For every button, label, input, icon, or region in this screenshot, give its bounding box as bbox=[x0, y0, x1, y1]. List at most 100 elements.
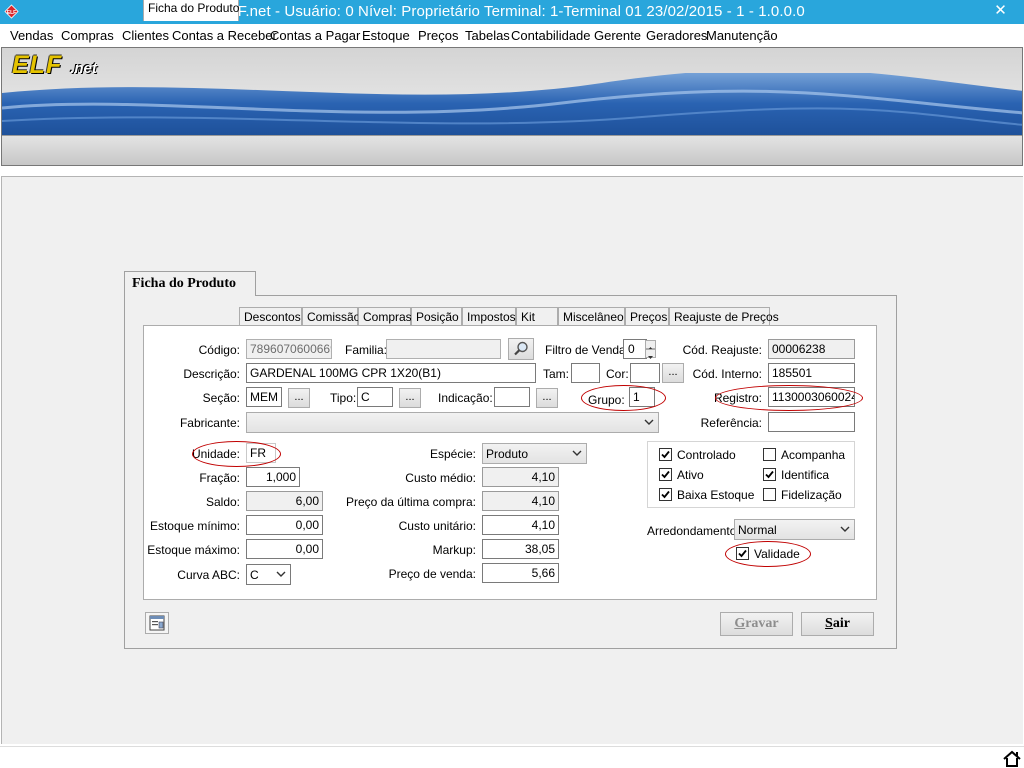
menu-contas-a-pagar[interactable]: Contas a Pagar bbox=[270, 28, 360, 43]
cor-field[interactable] bbox=[630, 363, 660, 383]
especie-label: Espécie: bbox=[429, 447, 476, 461]
checkbox-box[interactable] bbox=[763, 448, 776, 461]
logo-main-text: ELF bbox=[12, 51, 63, 79]
tab-ficha-do-produto[interactable]: Ficha do Produto bbox=[143, 0, 239, 21]
fabricante-label: Fabricante: bbox=[179, 416, 240, 430]
especie-dropdown[interactable]: Produto bbox=[482, 443, 587, 464]
familia-label: Familia: bbox=[345, 343, 388, 357]
tab-descontos[interactable]: Descontos bbox=[239, 307, 302, 327]
spin-up-button[interactable] bbox=[645, 340, 656, 350]
cod-interno-field[interactable]: 185501 bbox=[768, 363, 855, 383]
sair-button[interactable]: Sair bbox=[801, 612, 874, 636]
cod-interno-label: Cód. Interno: bbox=[692, 367, 762, 381]
secao-field[interactable]: MEM bbox=[246, 387, 282, 407]
secao-lookup-button[interactable]: ... bbox=[288, 388, 310, 408]
especie-value: Produto bbox=[486, 447, 529, 461]
tipo-lookup-button[interactable]: ... bbox=[399, 388, 421, 408]
menu-compras[interactable]: Compras bbox=[61, 28, 114, 43]
indicacao-label: Indicação: bbox=[438, 391, 493, 405]
menu-estoque[interactable]: Estoque bbox=[362, 28, 410, 43]
checkbox-box[interactable] bbox=[763, 488, 776, 501]
checkmark-icon bbox=[661, 490, 670, 499]
fracao-field[interactable]: 1,000 bbox=[246, 467, 300, 487]
preco-venda-field[interactable]: 5,66 bbox=[482, 563, 559, 583]
menu-geradores[interactable]: Geradores bbox=[646, 28, 707, 43]
tam-field[interactable] bbox=[571, 363, 600, 383]
codigo-field[interactable]: 7896070600669 bbox=[246, 339, 332, 359]
custo-unitario-label: Custo unitário: bbox=[398, 519, 476, 533]
chevron-down-icon bbox=[644, 419, 654, 425]
menu-manutencao[interactable]: Manutenção bbox=[706, 28, 778, 43]
checkbox-label: Ativo bbox=[677, 468, 704, 482]
descricao-field[interactable]: GARDENAL 100MG CPR 1X20(B1) bbox=[246, 363, 536, 383]
tab-miscelaneo[interactable]: Miscelâneo bbox=[558, 307, 625, 327]
curva-abc-dropdown[interactable]: C bbox=[246, 564, 291, 585]
referencia-label: Referência: bbox=[700, 416, 762, 430]
cor-label: Cor: bbox=[606, 367, 629, 381]
magnifier-icon bbox=[514, 341, 528, 356]
familia-search-button[interactable] bbox=[508, 338, 534, 360]
close-window-button[interactable]: ✕ bbox=[977, 0, 1024, 22]
menu-contabilidade[interactable]: Contabilidade bbox=[511, 28, 591, 43]
checkbox-label: Baixa Estoque bbox=[677, 488, 755, 502]
menu-tabelas[interactable]: Tabelas bbox=[465, 28, 510, 43]
cod-reajuste-field[interactable]: 00006238 bbox=[768, 339, 855, 359]
tam-label: Tam: bbox=[543, 367, 570, 381]
tipo-label: Tipo: bbox=[330, 391, 357, 405]
markup-label: Markup: bbox=[432, 543, 476, 557]
home-icon[interactable] bbox=[1002, 749, 1022, 768]
markup-field[interactable]: 38,05 bbox=[482, 539, 559, 559]
menu-contas-a-receber[interactable]: Contas a Receber bbox=[172, 28, 277, 43]
arredondamento-dropdown[interactable]: Normal bbox=[734, 519, 855, 540]
curva-abc-value: C bbox=[250, 568, 259, 582]
grupo-field[interactable]: 1 bbox=[629, 387, 655, 407]
fabricante-dropdown[interactable] bbox=[246, 412, 659, 433]
document-image-icon bbox=[149, 615, 165, 631]
spin-down-button[interactable] bbox=[645, 349, 656, 359]
checkbox-box[interactable] bbox=[659, 468, 672, 481]
arredondamento-label: Arredondamento: bbox=[647, 524, 740, 538]
chevron-down-icon bbox=[572, 450, 582, 456]
descricao-label: Descrição: bbox=[183, 367, 240, 381]
checkbox-box[interactable] bbox=[659, 448, 672, 461]
tab-comissao[interactable]: Comissão bbox=[302, 307, 360, 327]
checkbox-box[interactable] bbox=[736, 547, 749, 560]
registro-field[interactable]: 1130003060024 bbox=[768, 387, 855, 407]
menu-gerente[interactable]: Gerente bbox=[594, 28, 641, 43]
menu-clientes[interactable]: Clientes bbox=[122, 28, 169, 43]
gravar-button[interactable]: Gravar bbox=[720, 612, 793, 636]
unidade-field[interactable]: FR bbox=[246, 443, 276, 463]
menu-vendas[interactable]: Vendas bbox=[10, 28, 53, 43]
tab-posicao[interactable]: Posição bbox=[411, 307, 462, 327]
referencia-field[interactable] bbox=[768, 412, 855, 432]
checkbox-box[interactable] bbox=[659, 488, 672, 501]
estoque-maximo-field[interactable]: 0,00 bbox=[246, 539, 323, 559]
estoque-minimo-field[interactable]: 0,00 bbox=[246, 515, 323, 535]
secao-label: Seção: bbox=[202, 391, 240, 405]
tab-compras[interactable]: Compras bbox=[358, 307, 412, 327]
tab-impostos[interactable]: Impostos bbox=[462, 307, 516, 327]
filtro-venda-field[interactable]: 0 bbox=[623, 339, 647, 359]
familia-field[interactable] bbox=[386, 339, 501, 359]
preco-ultima-compra-field[interactable]: 4,10 bbox=[482, 491, 559, 511]
codigo-label: Código: bbox=[198, 343, 240, 357]
registro-label: Registro: bbox=[713, 391, 762, 405]
fracao-label: Fração: bbox=[199, 471, 240, 485]
saldo-field[interactable]: 6,00 bbox=[246, 491, 323, 511]
chevron-down-icon bbox=[840, 526, 850, 532]
status-bar bbox=[0, 746, 1024, 768]
tipo-field[interactable]: C bbox=[357, 387, 393, 407]
tab-precos[interactable]: Preços bbox=[625, 307, 669, 327]
preco-venda-label: Preço de venda: bbox=[388, 567, 476, 581]
preco-ultima-compra-label: Preço da última compra: bbox=[345, 495, 476, 509]
attachment-button[interactable] bbox=[145, 612, 169, 634]
indicacao-lookup-button[interactable]: ... bbox=[536, 388, 558, 408]
indicacao-field[interactable] bbox=[494, 387, 530, 407]
menu-precos[interactable]: Preços bbox=[418, 28, 458, 43]
custo-unitario-field[interactable]: 4,10 bbox=[482, 515, 559, 535]
tab-reajuste-de-precos[interactable]: Reajuste de Preços bbox=[669, 307, 779, 327]
custo-medio-field[interactable]: 4,10 bbox=[482, 467, 559, 487]
checkmark-icon bbox=[765, 470, 774, 479]
tab-kit[interactable]: Kit bbox=[516, 307, 558, 327]
checkbox-box[interactable] bbox=[763, 468, 776, 481]
